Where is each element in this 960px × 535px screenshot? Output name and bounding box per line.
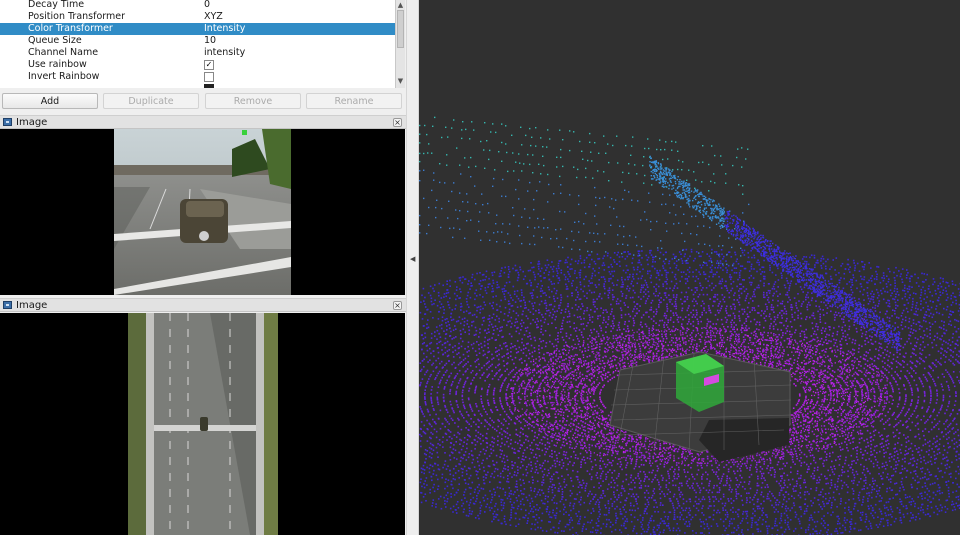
camera-topdown-image: [128, 313, 278, 535]
property-key: Position Transformer: [28, 11, 126, 22]
property-value[interactable]: XYZ: [204, 11, 223, 23]
property-value[interactable]: 10: [204, 35, 216, 47]
property-value[interactable]: Intensity: [204, 23, 245, 35]
property-row-color-transformer[interactable]: Color Transformer Intensity: [0, 23, 395, 35]
panel-splitter[interactable]: ◀: [406, 0, 419, 535]
display-button-bar: Add Duplicate Remove Rename: [0, 90, 406, 112]
property-row-invert-rainbow[interactable]: Invert Rainbow: [0, 71, 395, 83]
property-value[interactable]: 0: [204, 0, 210, 11]
property-row-channel-name[interactable]: Channel Name intensity: [0, 47, 395, 59]
rename-button[interactable]: Rename: [306, 93, 402, 109]
image-panel-title: Image: [16, 300, 48, 311]
displays-panel: Decay Time 0 Position Transformer XYZ Co…: [0, 0, 406, 535]
property-row-decay-time[interactable]: Decay Time 0: [0, 0, 395, 11]
camera-image-view: [0, 313, 405, 535]
point-cloud: [419, 116, 960, 535]
use-rainbow-checkbox[interactable]: ✓: [204, 60, 214, 70]
image-panel-title: Image: [16, 117, 48, 128]
property-row-partial: [0, 83, 395, 88]
duplicate-button[interactable]: Duplicate: [103, 93, 199, 109]
invert-rainbow-checkbox[interactable]: [204, 72, 214, 82]
property-row-use-rainbow[interactable]: Use rainbow ✓: [0, 59, 395, 71]
scroll-up-arrow-icon[interactable]: ▲: [396, 0, 405, 10]
image-panel-titlebar[interactable]: Image ×: [0, 115, 406, 129]
property-key: Color Transformer: [28, 23, 113, 34]
image-panel-titlebar[interactable]: Image ×: [0, 298, 406, 312]
scroll-down-arrow-icon[interactable]: ▼: [396, 76, 405, 86]
property-scrollbar[interactable]: ▲ ▼: [395, 0, 405, 88]
property-key: Queue Size: [28, 35, 82, 46]
scrollbar-thumb[interactable]: [397, 10, 404, 48]
point-cloud-canvas[interactable]: [419, 0, 960, 535]
camera-front-image: [114, 129, 291, 295]
property-key: Channel Name: [28, 47, 99, 58]
property-key: Decay Time: [28, 0, 85, 10]
partial-checkbox[interactable]: [204, 84, 214, 88]
add-button[interactable]: Add: [2, 93, 98, 109]
property-row-queue-size[interactable]: Queue Size 10: [0, 35, 395, 47]
camera-image-view: [0, 129, 405, 295]
image-icon: [3, 301, 12, 309]
property-tree: Decay Time 0 Position Transformer XYZ Co…: [0, 0, 395, 88]
property-value[interactable]: intensity: [204, 47, 245, 59]
collapse-left-arrow-icon[interactable]: ◀: [410, 255, 415, 263]
property-key: Invert Rainbow: [28, 71, 100, 82]
close-icon[interactable]: ×: [393, 118, 402, 127]
3d-render-viewport[interactable]: [419, 0, 960, 535]
image-icon: [3, 118, 12, 126]
property-row-position-transformer[interactable]: Position Transformer XYZ: [0, 11, 395, 23]
close-icon[interactable]: ×: [393, 301, 402, 310]
property-key: Use rainbow: [28, 59, 87, 70]
remove-button[interactable]: Remove: [205, 93, 301, 109]
